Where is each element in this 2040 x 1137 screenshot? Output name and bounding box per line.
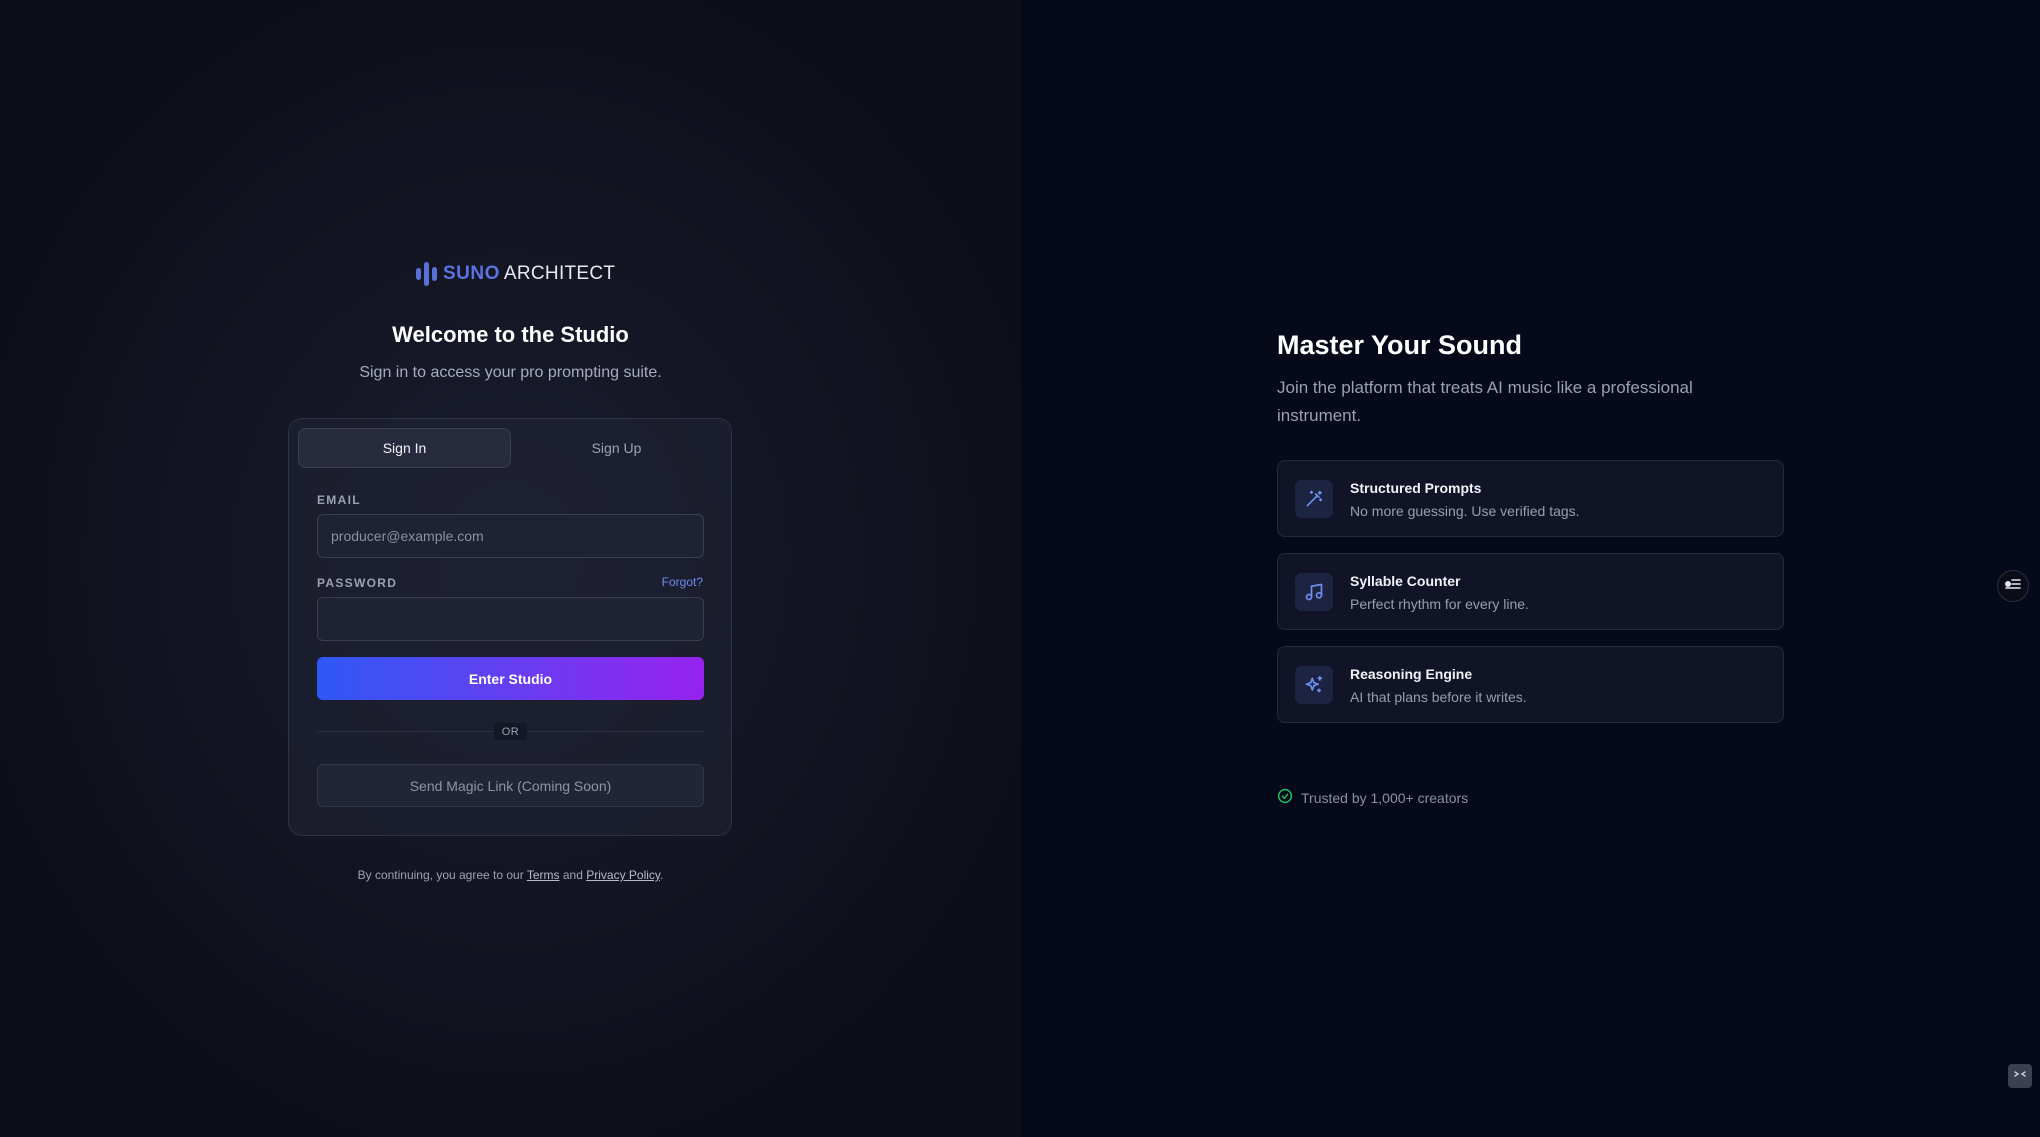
feature-description: AI that plans before it writes. — [1350, 689, 1527, 705]
feature-card-reasoning-engine: Reasoning Engine AI that plans before it… — [1277, 646, 1784, 723]
page-title: Welcome to the Studio — [392, 322, 629, 347]
music-note-icon — [1295, 573, 1333, 611]
privacy-policy-link[interactable]: Privacy Policy — [586, 868, 660, 882]
expand-button[interactable] — [2008, 1064, 2032, 1088]
logo-product-text: ARCHITECT — [503, 263, 616, 284]
tab-sign-up[interactable]: Sign Up — [511, 428, 722, 468]
audio-bars-icon — [416, 261, 437, 287]
promo-title: Master Your Sound — [1277, 330, 1523, 360]
sparkles-icon — [1295, 666, 1333, 704]
toggle-list-icon — [2004, 577, 2022, 596]
trusted-badge: Trusted by 1,000+ creators — [1277, 788, 1468, 807]
feature-card-syllable-counter: Syllable Counter Perfect rhythm for ever… — [1277, 553, 1784, 630]
feature-title: Structured Prompts — [1350, 480, 1482, 496]
magic-link-button[interactable]: Send Magic Link (Coming Soon) — [317, 764, 704, 807]
feature-title: Syllable Counter — [1350, 573, 1461, 589]
expand-icon — [2013, 1067, 2027, 1086]
legal-prefix: By continuing, you agree to our — [357, 868, 524, 882]
page-subtitle: Sign in to access your pro prompting sui… — [359, 364, 662, 381]
toggle-list-button[interactable] — [1997, 570, 2029, 602]
legal-suffix: . — [660, 868, 664, 882]
auth-card: Sign In Sign Up EMAIL PASSWORD Forgot? E… — [288, 418, 732, 836]
divider-label: OR — [494, 723, 527, 740]
terms-link[interactable]: Terms — [527, 868, 560, 882]
auth-tabs: Sign In Sign Up — [298, 428, 722, 468]
feature-card-structured-prompts: Structured Prompts No more guessing. Use… — [1277, 460, 1784, 537]
logo-brand-text: SUNO — [443, 263, 500, 284]
legal-and: and — [562, 868, 583, 882]
legal-notice: By continuing, you agree to our Terms an… — [0, 868, 1021, 882]
magic-wand-icon — [1295, 480, 1333, 518]
feature-title: Reasoning Engine — [1350, 666, 1473, 682]
forgot-password-link[interactable]: Forgot? — [662, 575, 703, 589]
password-field[interactable] — [317, 597, 704, 641]
feature-description: No more guessing. Use verified tags. — [1350, 503, 1580, 519]
enter-studio-button[interactable]: Enter Studio — [317, 657, 704, 700]
trusted-text: Trusted by 1,000+ creators — [1301, 789, 1469, 806]
password-label: PASSWORD — [317, 576, 398, 590]
tab-sign-in[interactable]: Sign In — [298, 428, 511, 468]
email-field[interactable] — [317, 514, 704, 558]
email-label: EMAIL — [317, 493, 361, 507]
feature-description: Perfect rhythm for every line. — [1350, 596, 1529, 612]
promo-subtitle: Join the platform that treats AI music l… — [1277, 378, 1693, 425]
app-logo: SUNO ARCHITECT — [416, 260, 615, 288]
check-circle-icon — [1277, 788, 1293, 807]
